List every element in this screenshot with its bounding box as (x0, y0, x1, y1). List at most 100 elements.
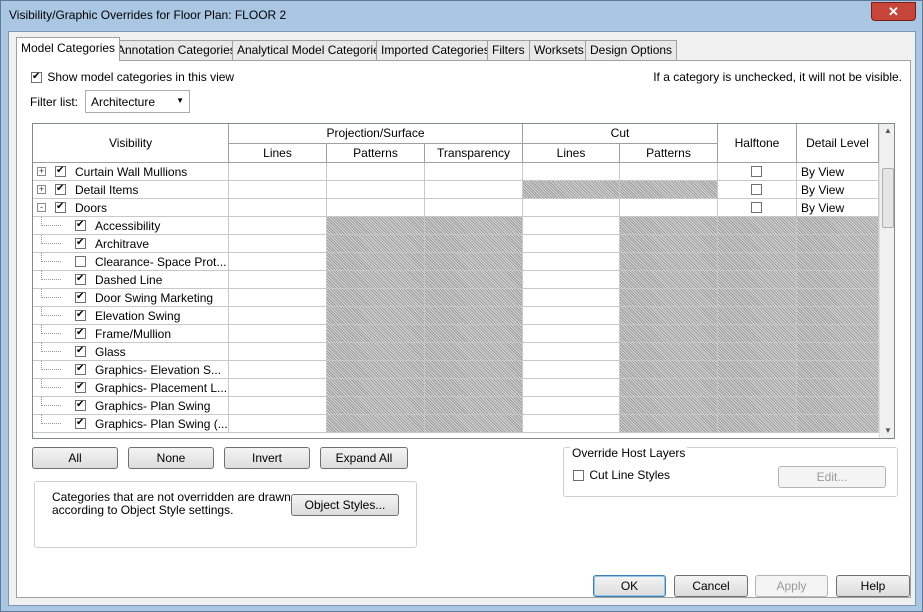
cell-detail-level[interactable] (797, 379, 879, 397)
cell-transparency[interactable] (425, 253, 523, 271)
cell-halftone[interactable] (718, 289, 797, 307)
cell-cut-patterns[interactable] (620, 361, 718, 379)
visibility-checkbox[interactable] (75, 380, 86, 393)
cell-cut-lines[interactable] (523, 361, 620, 379)
cell-halftone[interactable] (718, 343, 797, 361)
cell-transparency[interactable] (425, 307, 523, 325)
cell-detail-level[interactable] (797, 343, 879, 361)
table-row[interactable]: Graphics- Elevation S... (33, 361, 879, 379)
cell-cut-patterns[interactable] (620, 289, 718, 307)
cell-projection-patterns[interactable] (327, 307, 425, 325)
apply-button[interactable]: Apply (755, 575, 828, 597)
table-row[interactable]: Graphics- Plan Swing (33, 397, 879, 415)
cell-cut-patterns[interactable] (620, 163, 718, 181)
tab-annotation-categories[interactable]: Annotation Categories (112, 40, 241, 60)
cell-detail-level[interactable]: By View (797, 199, 879, 217)
cell-projection-lines[interactable] (229, 217, 327, 235)
cell-halftone[interactable] (718, 397, 797, 415)
halftone-checkbox[interactable] (751, 202, 762, 213)
invert-button[interactable]: Invert (224, 447, 310, 469)
cell-detail-level[interactable] (797, 271, 879, 289)
tab-model-categories[interactable]: Model Categories (16, 37, 121, 61)
table-row[interactable]: - Doors By View (33, 199, 879, 217)
halftone-checkbox[interactable] (751, 184, 762, 195)
cell-transparency[interactable] (425, 397, 523, 415)
cell-cut-lines[interactable] (523, 415, 620, 433)
cell-cut-patterns[interactable] (620, 325, 718, 343)
cell-transparency[interactable] (425, 217, 523, 235)
cell-cut-patterns[interactable] (620, 181, 718, 199)
cell-projection-lines[interactable] (229, 415, 327, 433)
table-row[interactable]: Elevation Swing (33, 307, 879, 325)
cell-transparency[interactable] (425, 199, 523, 217)
visibility-checkbox[interactable] (55, 200, 66, 213)
visibility-checkbox[interactable] (75, 308, 86, 321)
cell-projection-patterns[interactable] (327, 199, 425, 217)
cell-cut-lines[interactable] (523, 325, 620, 343)
cell-projection-lines[interactable] (229, 325, 327, 343)
cell-cut-lines[interactable] (523, 217, 620, 235)
cell-cut-patterns[interactable] (620, 253, 718, 271)
cell-projection-lines[interactable] (229, 181, 327, 199)
cell-cut-patterns[interactable] (620, 397, 718, 415)
object-styles-button[interactable]: Object Styles... (291, 494, 399, 516)
cell-cut-lines[interactable] (523, 289, 620, 307)
vertical-scrollbar[interactable]: ▲ ▼ (879, 124, 894, 438)
cell-transparency[interactable] (425, 289, 523, 307)
cell-halftone[interactable] (718, 235, 797, 253)
visibility-checkbox[interactable] (75, 326, 86, 339)
table-row[interactable]: Graphics- Placement L... (33, 379, 879, 397)
cell-transparency[interactable] (425, 235, 523, 253)
cell-detail-level[interactable] (797, 289, 879, 307)
table-row[interactable]: Door Swing Marketing (33, 289, 879, 307)
table-row[interactable]: Clearance- Space Prot... (33, 253, 879, 271)
cell-transparency[interactable] (425, 181, 523, 199)
cut-line-styles[interactable]: Cut Line Styles (573, 468, 670, 482)
cell-halftone[interactable] (718, 415, 797, 433)
cell-projection-patterns[interactable] (327, 217, 425, 235)
cell-projection-patterns[interactable] (327, 415, 425, 433)
expand-all-button[interactable]: Expand All (320, 447, 408, 469)
cell-cut-lines[interactable] (523, 253, 620, 271)
visibility-checkbox[interactable] (55, 164, 66, 177)
cell-detail-level[interactable] (797, 235, 879, 253)
cell-cut-patterns[interactable] (620, 379, 718, 397)
cell-cut-patterns[interactable] (620, 199, 718, 217)
cell-projection-patterns[interactable] (327, 235, 425, 253)
cell-cut-lines[interactable] (523, 163, 620, 181)
table-row[interactable]: Graphics- Plan Swing (... (33, 415, 879, 433)
cell-detail-level[interactable] (797, 307, 879, 325)
visibility-checkbox[interactable] (75, 290, 86, 303)
table-row[interactable]: Glass (33, 343, 879, 361)
cell-projection-lines[interactable] (229, 307, 327, 325)
tab-worksets[interactable]: Worksets (529, 40, 589, 60)
title-bar[interactable]: Visibility/Graphic Overrides for Floor P… (1, 1, 922, 31)
cell-projection-patterns[interactable] (327, 253, 425, 271)
scroll-up-icon[interactable]: ▲ (880, 124, 894, 138)
cell-projection-lines[interactable] (229, 271, 327, 289)
cell-projection-lines[interactable] (229, 199, 327, 217)
cell-projection-patterns[interactable] (327, 361, 425, 379)
expand-icon[interactable]: + (37, 167, 46, 176)
cell-cut-lines[interactable] (523, 199, 620, 217)
cell-halftone[interactable] (718, 199, 797, 217)
visibility-checkbox[interactable] (75, 416, 86, 429)
visibility-checkbox[interactable] (75, 362, 86, 375)
visibility-checkbox[interactable] (75, 344, 86, 357)
tab-analytical-model-categories[interactable]: Analytical Model Categories (232, 40, 391, 60)
cell-projection-lines[interactable] (229, 253, 327, 271)
cell-detail-level[interactable]: By View (797, 181, 879, 199)
cell-cut-patterns[interactable] (620, 343, 718, 361)
scroll-thumb[interactable] (882, 168, 894, 228)
help-button[interactable]: Help (836, 575, 910, 597)
cancel-button[interactable]: Cancel (674, 575, 748, 597)
cell-transparency[interactable] (425, 271, 523, 289)
scroll-down-icon[interactable]: ▼ (880, 424, 894, 438)
visibility-checkbox[interactable] (75, 398, 86, 411)
table-row[interactable]: Accessibility (33, 217, 879, 235)
cell-transparency[interactable] (425, 361, 523, 379)
cell-projection-lines[interactable] (229, 361, 327, 379)
cell-cut-lines[interactable] (523, 343, 620, 361)
cell-cut-lines[interactable] (523, 235, 620, 253)
cell-halftone[interactable] (718, 181, 797, 199)
